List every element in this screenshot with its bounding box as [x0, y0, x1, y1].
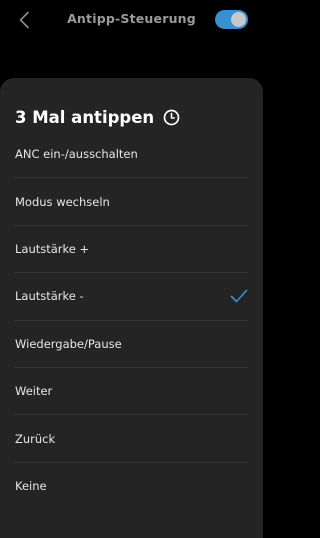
- option-item[interactable]: Lautstärke -: [15, 273, 248, 321]
- option-item[interactable]: Modus wechseln: [15, 178, 248, 226]
- option-label: Keine: [15, 479, 47, 494]
- option-item[interactable]: ANC ein-/ausschalten: [15, 131, 248, 179]
- option-label: Modus wechseln: [15, 194, 110, 209]
- option-label: Lautstärke -: [15, 289, 84, 304]
- option-item[interactable]: Lautstärke +: [15, 226, 248, 274]
- sheet-heading-label: 3 Mal antippen: [15, 108, 155, 127]
- tap-control-toggle[interactable]: [215, 10, 248, 29]
- option-label: Lautstärke +: [15, 241, 90, 256]
- toggle-knob: [231, 12, 246, 27]
- option-label: Wiedergabe/Pause: [15, 336, 122, 351]
- clock-icon: [163, 109, 180, 126]
- option-label: ANC ein-/ausschalten: [15, 147, 138, 162]
- option-item[interactable]: Keine: [15, 463, 248, 510]
- sheet-heading: 3 Mal antippen: [15, 108, 180, 127]
- option-item[interactable]: Weiter: [15, 368, 248, 416]
- option-label: Weiter: [15, 384, 53, 399]
- option-label: Zurück: [15, 431, 56, 446]
- option-list: ANC ein-/ausschalten Modus wechseln Lautst…: [0, 131, 263, 510]
- option-item[interactable]: Zurück: [15, 415, 248, 463]
- option-item[interactable]: Wiedergabe/Pause: [15, 321, 248, 368]
- checkmark-icon: [230, 290, 248, 303]
- top-bar: Antipp-Steuerung: [0, 0, 263, 42]
